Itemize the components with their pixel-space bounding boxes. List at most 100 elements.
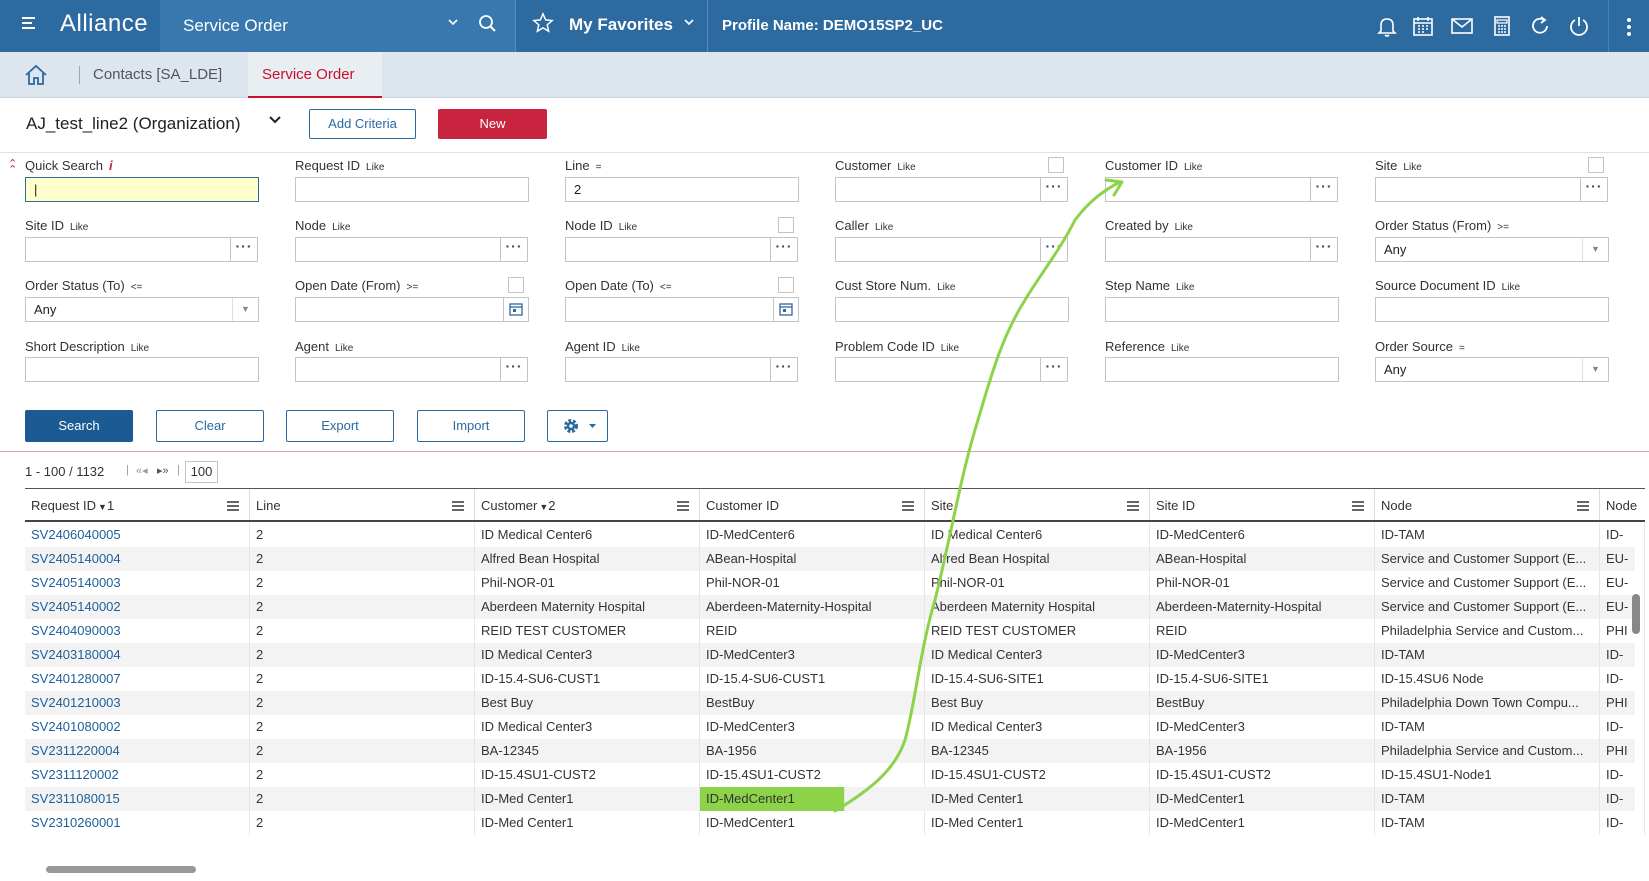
- open-date-from-field[interactable]: [295, 297, 529, 322]
- power-icon[interactable]: [1567, 14, 1591, 38]
- column-header-request-id[interactable]: Request ID ▼1: [25, 489, 250, 520]
- column-menu-icon[interactable]: [1352, 501, 1364, 513]
- column-menu-icon[interactable]: [902, 501, 914, 513]
- calculator-icon[interactable]: [1490, 14, 1514, 38]
- export-button[interactable]: Export: [286, 410, 394, 442]
- agent-id-lookup-button[interactable]: ···: [770, 357, 798, 382]
- order-source-select[interactable]: Any ▼: [1375, 357, 1609, 382]
- home-icon[interactable]: [24, 64, 48, 89]
- chevron-down-icon[interactable]: [268, 112, 282, 131]
- import-button[interactable]: Import: [417, 410, 525, 442]
- column-menu-icon[interactable]: [1127, 501, 1139, 513]
- source-document-id-field[interactable]: [1375, 297, 1609, 322]
- cell-request-id[interactable]: SV2311220004: [25, 739, 250, 763]
- table-row[interactable]: SV2401080002 2 ID Medical Center3 ID-MedCen…: [25, 715, 1645, 739]
- cell-request-id[interactable]: SV2401210003: [25, 691, 250, 715]
- node-lookup-button[interactable]: ···: [500, 237, 528, 262]
- short-description-field[interactable]: [25, 357, 259, 382]
- calendar-icon[interactable]: [773, 297, 797, 322]
- customer-id-field[interactable]: [1105, 177, 1311, 202]
- column-header-node-id[interactable]: Node: [1600, 489, 1645, 520]
- order-status-to-select[interactable]: Any ▼: [25, 297, 259, 322]
- table-row[interactable]: SV2405140002 2 Aberdeen Maternity Hospital…: [25, 595, 1645, 619]
- table-row[interactable]: SV2401210003 2 Best Buy BestBuy Best Buy Best…: [25, 691, 1645, 715]
- customer-field[interactable]: [835, 177, 1041, 202]
- vertical-scrollbar[interactable]: [1630, 524, 1644, 869]
- column-menu-icon[interactable]: [452, 501, 464, 513]
- site-id-field[interactable]: [25, 237, 231, 262]
- scrollbar-thumb[interactable]: [1632, 594, 1640, 634]
- cust-store-num-field[interactable]: [835, 297, 1069, 322]
- info-icon[interactable]: i: [109, 158, 113, 173]
- refresh-icon[interactable]: [1528, 14, 1552, 38]
- problem-code-id-lookup-button[interactable]: ···: [1040, 357, 1068, 382]
- open-date-to-field[interactable]: [565, 297, 799, 322]
- node-id-lookup-button[interactable]: ···: [770, 237, 798, 262]
- table-row[interactable]: SV2405140004 2 Alfred Bean Hospital ABean-H…: [25, 547, 1645, 571]
- request-id-field[interactable]: [295, 177, 529, 202]
- cell-request-id[interactable]: SV2404090003: [25, 619, 250, 643]
- created-by-field[interactable]: [1105, 237, 1311, 262]
- clear-button[interactable]: Clear: [156, 410, 264, 442]
- table-row[interactable]: SV2311220004 2 BA-12345 BA-1956 BA-12345 BA-1…: [25, 739, 1645, 763]
- add-criteria-button[interactable]: Add Criteria: [309, 109, 416, 139]
- previous-page-icon[interactable]: «◂: [136, 464, 148, 477]
- new-button[interactable]: New: [438, 109, 547, 139]
- column-header-line[interactable]: Line: [250, 489, 475, 520]
- open-date-to-checkbox[interactable]: [778, 277, 794, 293]
- column-header-site[interactable]: Site: [925, 489, 1150, 520]
- table-row[interactable]: SV2404090003 2 REID TEST CUSTOMER REID REID …: [25, 619, 1645, 643]
- mail-icon[interactable]: [1450, 14, 1474, 38]
- caller-lookup-button[interactable]: ···: [1040, 237, 1068, 262]
- quick-search-input[interactable]: |: [25, 177, 259, 202]
- next-page-icon[interactable]: ▸»: [157, 464, 169, 477]
- node-id-checkbox[interactable]: [778, 217, 794, 233]
- search-icon[interactable]: [478, 14, 498, 37]
- column-header-customer-id[interactable]: Customer ID: [700, 489, 925, 520]
- cell-request-id[interactable]: SV2311120002: [25, 763, 250, 787]
- column-header-customer[interactable]: Customer ▼2: [475, 489, 700, 520]
- favorites-label[interactable]: My Favorites: [569, 15, 673, 35]
- page-size-input[interactable]: 100: [185, 461, 218, 483]
- column-header-node[interactable]: Node: [1375, 489, 1600, 520]
- table-row[interactable]: SV2406040005 2 ID Medical Center6 ID-MedCen…: [25, 523, 1645, 547]
- saved-view-title[interactable]: AJ_test_line2 (Organization): [26, 114, 241, 134]
- column-menu-icon[interactable]: [227, 501, 239, 513]
- node-field[interactable]: [295, 237, 501, 262]
- agent-field[interactable]: [295, 357, 501, 382]
- cell-request-id[interactable]: SV2311080015: [25, 787, 250, 811]
- tab-contacts[interactable]: Contacts [SA_LDE]: [93, 66, 222, 83]
- cell-request-id[interactable]: SV2401280007: [25, 667, 250, 691]
- problem-code-id-field[interactable]: [835, 357, 1041, 382]
- caller-field[interactable]: [835, 237, 1041, 262]
- star-icon[interactable]: [532, 12, 554, 37]
- horizontal-scrollbar[interactable]: [30, 863, 1630, 875]
- calendar-icon[interactable]: [1411, 14, 1435, 38]
- site-field[interactable]: [1375, 177, 1581, 202]
- search-button[interactable]: Search: [25, 410, 133, 442]
- chevron-down-icon[interactable]: [447, 16, 459, 31]
- cell-request-id[interactable]: SV2406040005: [25, 523, 250, 547]
- scrollbar-thumb[interactable]: [46, 866, 196, 873]
- column-menu-icon[interactable]: [1577, 501, 1589, 513]
- table-row[interactable]: SV2401280007 2 ID-15.4-SU6-CUST1 ID-15.4-SU…: [25, 667, 1645, 691]
- hamburger-menu-icon[interactable]: [22, 14, 46, 38]
- bell-icon[interactable]: [1375, 14, 1399, 38]
- cell-request-id[interactable]: SV2405140004: [25, 547, 250, 571]
- site-id-lookup-button[interactable]: ···: [230, 237, 258, 262]
- open-date-from-checkbox[interactable]: [508, 277, 524, 293]
- node-id-field[interactable]: [565, 237, 771, 262]
- customer-checkbox[interactable]: [1048, 157, 1064, 173]
- step-name-field[interactable]: [1105, 297, 1339, 322]
- table-row[interactable]: SV2405140003 2 Phil-NOR-01 Phil-NOR-01 Phil-…: [25, 571, 1645, 595]
- column-menu-icon[interactable]: [677, 501, 689, 513]
- settings-button[interactable]: [547, 410, 608, 442]
- chevron-down-icon[interactable]: [683, 16, 695, 31]
- reference-field[interactable]: [1105, 357, 1339, 382]
- table-row[interactable]: SV2311080015 2 ID-Med Center1 ID-MedCenter1…: [25, 787, 1645, 811]
- alliance-logo[interactable]: Alliance: [60, 10, 148, 38]
- agent-id-field[interactable]: [565, 357, 771, 382]
- site-checkbox[interactable]: [1588, 157, 1604, 173]
- table-row[interactable]: SV2310260001 2 ID-Med Center1 ID-MedCenter1…: [25, 811, 1645, 835]
- column-header-site-id[interactable]: Site ID: [1150, 489, 1375, 520]
